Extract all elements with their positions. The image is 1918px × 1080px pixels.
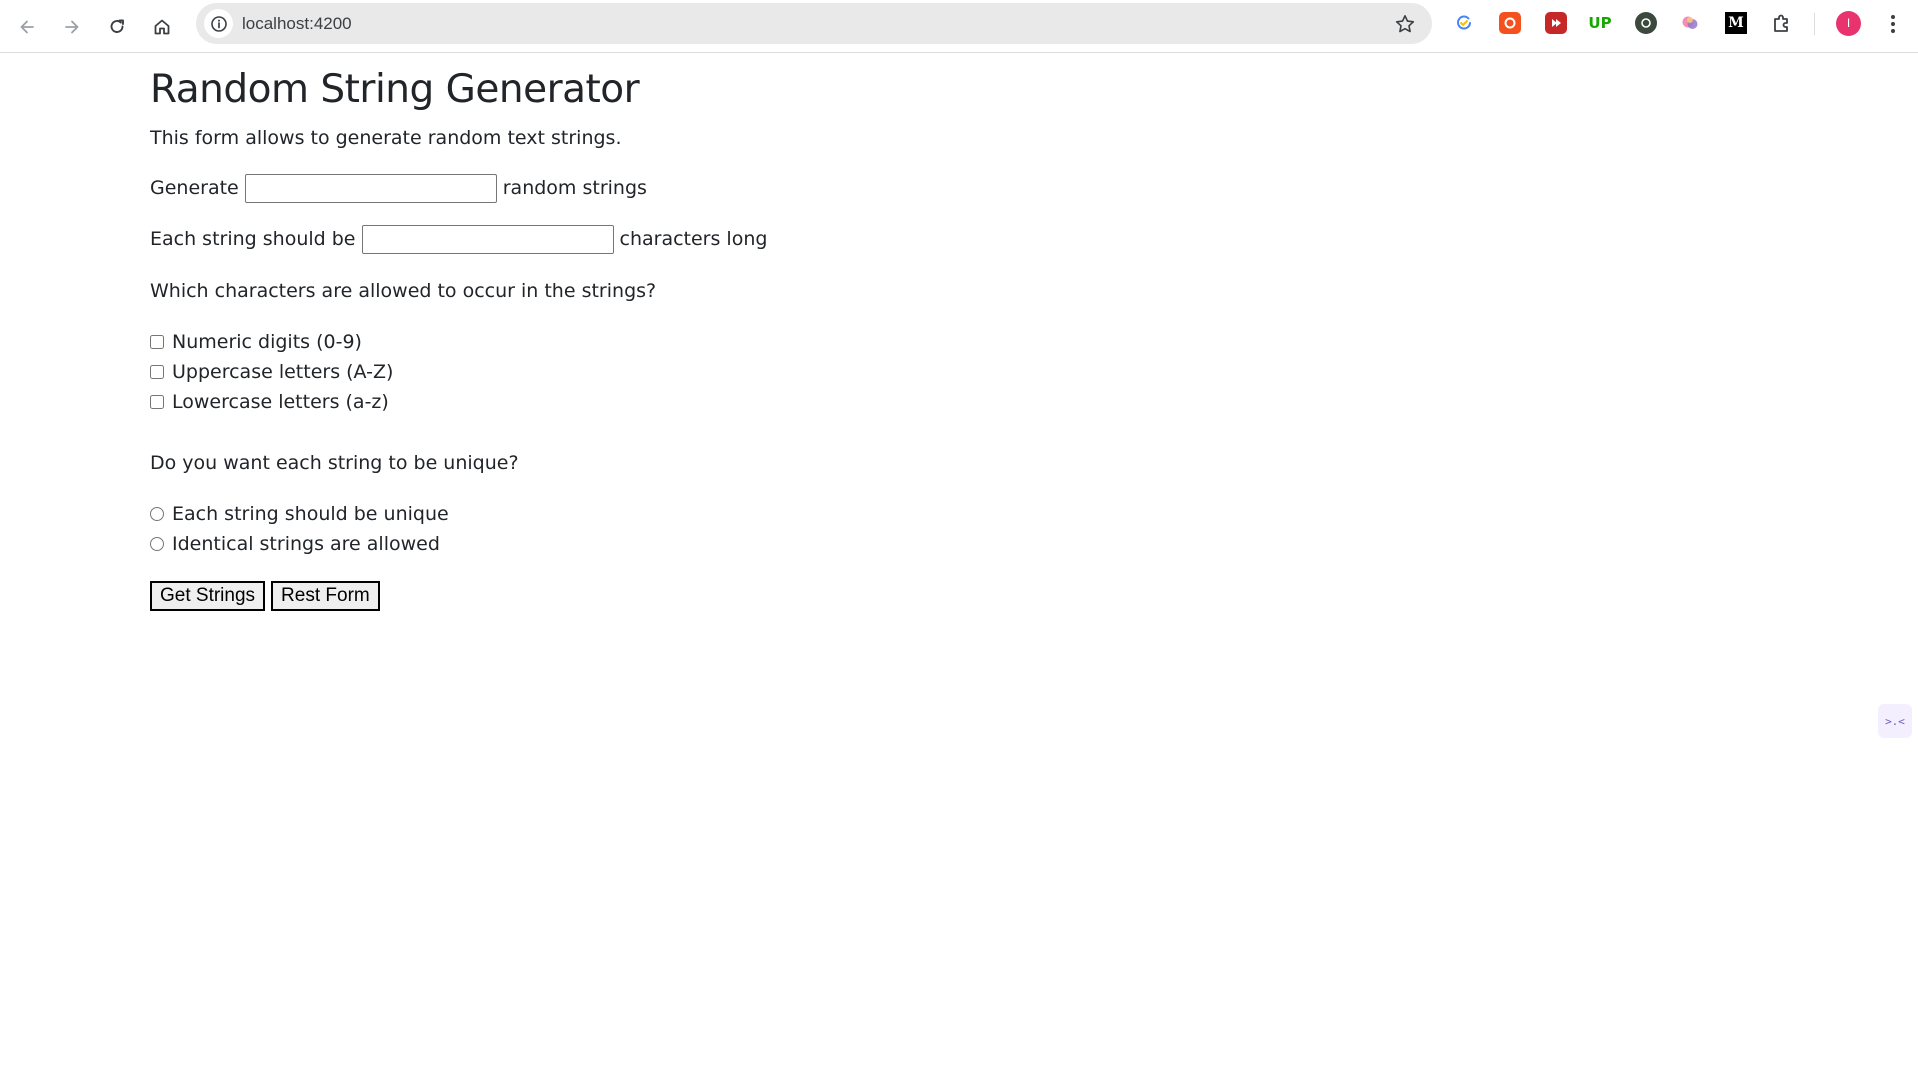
lowercase-letters-label: Lowercase letters (a-z) bbox=[172, 390, 389, 413]
address-bar[interactable]: localhost:4200 bbox=[196, 3, 1432, 44]
numeric-digits-checkbox[interactable] bbox=[150, 334, 164, 349]
medium-extension-icon[interactable]: M bbox=[1725, 12, 1747, 34]
numeric-digits-label: Numeric digits (0-9) bbox=[172, 330, 362, 353]
kebab-menu-icon[interactable] bbox=[1882, 12, 1904, 36]
orange-circle-extension-icon[interactable] bbox=[1499, 12, 1521, 34]
back-button[interactable] bbox=[7, 7, 47, 47]
characters-question: Which characters are allowed to occur in… bbox=[150, 279, 657, 302]
site-info-button[interactable] bbox=[204, 9, 233, 38]
reload-button[interactable] bbox=[97, 7, 137, 47]
length-suffix-label: characters long bbox=[619, 228, 768, 251]
count-prefix-label: Generate bbox=[150, 177, 239, 200]
string-length-input[interactable] bbox=[361, 224, 614, 254]
identical-strings-radio[interactable] bbox=[150, 536, 164, 551]
bookmark-star-icon[interactable] bbox=[1394, 13, 1416, 35]
reload-icon bbox=[110, 19, 124, 33]
option-uppercase-letters[interactable]: Uppercase letters (A-Z) bbox=[150, 357, 1750, 387]
count-row: Generate random strings bbox=[150, 173, 1750, 203]
string-count-input[interactable] bbox=[244, 173, 497, 203]
upwork-extension-icon[interactable]: UP bbox=[1588, 12, 1611, 34]
option-identical-strings[interactable]: Identical strings are allowed bbox=[150, 529, 1750, 559]
form-buttons: Get Strings Rest Form bbox=[150, 580, 1750, 611]
home-button[interactable] bbox=[142, 7, 182, 47]
grammar-extension-icon[interactable] bbox=[1453, 12, 1475, 34]
page-content: Random String Generator This form allows… bbox=[150, 53, 1750, 611]
intro-text: This form allows to generate random text… bbox=[150, 126, 622, 149]
toolbar-divider bbox=[1814, 13, 1815, 35]
arrow-right-icon bbox=[65, 20, 79, 34]
home-icon bbox=[154, 19, 170, 35]
video-extension-icon[interactable] bbox=[1545, 12, 1567, 34]
gradient-blob-extension-icon[interactable] bbox=[1679, 12, 1701, 34]
browser-toolbar: localhost:4200 UP M I bbox=[0, 0, 1918, 53]
uppercase-letters-label: Uppercase letters (A-Z) bbox=[172, 360, 394, 383]
length-prefix-label: Each string should be bbox=[150, 228, 356, 251]
unique-strings-radio[interactable] bbox=[150, 506, 164, 521]
info-icon bbox=[210, 15, 227, 32]
option-unique-strings[interactable]: Each string should be unique bbox=[150, 499, 1750, 529]
uppercase-letters-checkbox[interactable] bbox=[150, 364, 164, 379]
option-numeric-digits[interactable]: Numeric digits (0-9) bbox=[150, 327, 1750, 357]
profile-avatar[interactable]: I bbox=[1836, 11, 1861, 36]
chatgpt-extension-icon[interactable] bbox=[1635, 12, 1657, 34]
identical-strings-label: Identical strings are allowed bbox=[172, 532, 440, 555]
reset-form-button[interactable]: Rest Form bbox=[271, 580, 380, 611]
url-text[interactable]: localhost:4200 bbox=[242, 3, 352, 44]
extensions-puzzle-icon[interactable] bbox=[1771, 12, 1793, 34]
side-widget-button[interactable]: >.< bbox=[1878, 704, 1912, 738]
lowercase-letters-checkbox[interactable] bbox=[150, 394, 164, 409]
arrow-left-icon bbox=[20, 20, 34, 34]
unique-strings-label: Each string should be unique bbox=[172, 502, 449, 525]
forward-button[interactable] bbox=[52, 7, 92, 47]
character-options: Numeric digits (0-9) Uppercase letters (… bbox=[150, 327, 1750, 417]
option-lowercase-letters[interactable]: Lowercase letters (a-z) bbox=[150, 387, 1750, 417]
unique-question: Do you want each string to be unique? bbox=[150, 451, 519, 474]
unique-options: Each string should be unique Identical s… bbox=[150, 499, 1750, 559]
get-strings-button[interactable]: Get Strings bbox=[150, 580, 266, 611]
count-suffix-label: random strings bbox=[502, 177, 647, 200]
length-row: Each string should be characters long bbox=[150, 224, 1750, 254]
page-title: Random String Generator bbox=[150, 67, 640, 112]
